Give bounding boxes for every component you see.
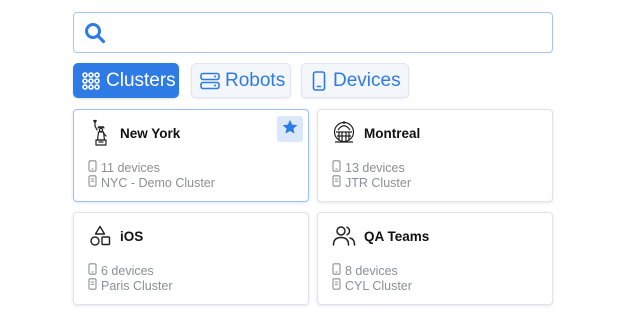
- device-count: 6 devices: [88, 263, 154, 278]
- tab-devices-label: Devices: [333, 69, 401, 91]
- phone-icon: [310, 70, 328, 91]
- card-title: New York: [120, 125, 181, 141]
- phone-icon: [332, 160, 345, 175]
- cluster-name: CYL Cluster: [332, 278, 412, 293]
- cluster-card-new-york[interactable]: New York 11 devices NYC - Demo Cluster: [73, 109, 309, 202]
- server-icon: [200, 72, 220, 90]
- device-count: 13 devices: [332, 160, 405, 175]
- tab-robots[interactable]: Robots: [191, 63, 291, 98]
- device-count-text: 8 devices: [345, 263, 398, 278]
- cluster-card-qa-teams[interactable]: QA Teams 8 devices CYL Cluster: [317, 212, 553, 305]
- tab-clusters-label: Clusters: [106, 69, 176, 91]
- cluster-name-text: JTR Cluster: [345, 175, 411, 190]
- cluster-name: Paris Cluster: [88, 278, 173, 293]
- search-bar[interactable]: [73, 12, 553, 53]
- device-count-text: 6 devices: [101, 263, 154, 278]
- document-icon: [332, 175, 345, 190]
- card-title: iOS: [120, 228, 144, 244]
- phone-icon: [88, 263, 101, 278]
- cluster-card-montreal[interactable]: Montreal 13 devices JTR Cluster: [317, 109, 553, 202]
- cluster-name-text: Paris Cluster: [101, 278, 173, 293]
- document-icon: [88, 175, 101, 190]
- device-count: 11 devices: [88, 160, 160, 175]
- tab-clusters[interactable]: Clusters: [73, 63, 179, 98]
- cluster-name: JTR Cluster: [332, 175, 411, 190]
- cluster-name-text: CYL Cluster: [345, 278, 412, 293]
- montreal-landmark-icon: [332, 118, 356, 148]
- card-title: Montreal: [364, 125, 421, 141]
- cluster-card-ios[interactable]: iOS 6 devices Paris Cluster: [73, 212, 309, 305]
- device-count-text: 11 devices: [101, 160, 160, 175]
- document-icon: [88, 278, 101, 293]
- tab-robots-label: Robots: [225, 69, 286, 91]
- users-icon: [332, 221, 356, 251]
- shapes-icon: [88, 221, 112, 251]
- cluster-name-text: NYC - Demo Cluster: [101, 175, 215, 190]
- phone-icon: [88, 160, 101, 175]
- document-icon: [332, 278, 345, 293]
- statue-of-liberty-icon: [88, 118, 112, 148]
- grid-icon: [81, 71, 101, 91]
- device-count-text: 13 devices: [345, 160, 405, 175]
- tab-devices[interactable]: Devices: [301, 63, 409, 98]
- cluster-name: NYC - Demo Cluster: [88, 175, 215, 190]
- card-title: QA Teams: [364, 228, 430, 244]
- star-icon: [281, 118, 299, 141]
- favorite-button[interactable]: [277, 116, 303, 142]
- phone-icon: [332, 263, 345, 278]
- search-icon: [84, 22, 106, 44]
- search-input[interactable]: [114, 13, 552, 52]
- device-count: 8 devices: [332, 263, 398, 278]
